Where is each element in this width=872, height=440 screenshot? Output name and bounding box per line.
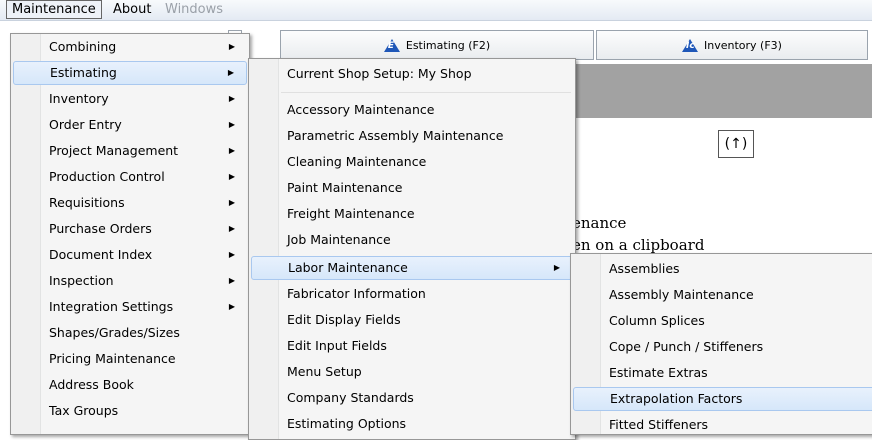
- menu-item-company-standards[interactable]: Company Standards: [251, 386, 573, 410]
- tab-estimating-label: Estimating (F2): [405, 38, 491, 52]
- menu-item-assembly-maintenance[interactable]: Assembly Maintenance: [573, 283, 872, 307]
- menu-item-integration-settings[interactable]: Integration Settings ▶: [13, 295, 247, 319]
- submenu-arrow-icon: ▶: [228, 250, 235, 259]
- menu-item-menu-setup[interactable]: Menu Setup: [251, 360, 573, 384]
- up-button[interactable]: (↑): [718, 130, 754, 158]
- menu-item-address-book[interactable]: Address Book: [13, 373, 247, 397]
- menu-item-order-entry[interactable]: Order Entry ▶: [13, 113, 247, 137]
- estimating-icon: E: [383, 38, 400, 52]
- menu-item-tax-groups[interactable]: Tax Groups: [13, 399, 247, 423]
- menu-maintenance[interactable]: Maintenance: [6, 0, 102, 19]
- submenu-arrow-icon: ▶: [228, 198, 235, 207]
- menu-item-purchase-orders[interactable]: Purchase Orders ▶: [13, 217, 247, 241]
- submenu-arrow-icon: ▶: [553, 263, 560, 272]
- menu-item-edit-input-fields[interactable]: Edit Input Fields: [251, 334, 573, 358]
- submenu-arrow-icon: ▶: [228, 302, 235, 311]
- menu-item-current-shop-setup[interactable]: Current Shop Setup: My Shop: [251, 62, 573, 86]
- submenu-arrow-icon: ▶: [227, 68, 234, 77]
- menu-item-document-index[interactable]: Document Index ▶: [13, 243, 247, 267]
- menu-item-fitted-stiffeners[interactable]: Fitted Stiffeners: [573, 413, 872, 437]
- module-toolbar: E Estimating (F2) Ic Inventory (F3): [228, 30, 872, 60]
- menu-item-inventory[interactable]: Inventory ▶: [13, 87, 247, 111]
- menu-item-requisitions[interactable]: Requisitions ▶: [13, 191, 247, 215]
- menu-item-project-management[interactable]: Project Management ▶: [13, 139, 247, 163]
- menu-item-parametric-assembly-maintenance[interactable]: Parametric Assembly Maintenance: [251, 124, 573, 148]
- menu-item-column-splices[interactable]: Column Splices: [573, 309, 872, 333]
- submenu-arrow-icon: ▶: [228, 276, 235, 285]
- menu-item-edit-display-fields[interactable]: Edit Display Fields: [251, 308, 573, 332]
- menu-item-labor-maintenance[interactable]: Labor Maintenance ▶: [251, 256, 573, 280]
- inventory-icon: Ic: [682, 38, 699, 52]
- tab-estimating[interactable]: E Estimating (F2): [280, 30, 594, 60]
- menu-item-production-control[interactable]: Production Control ▶: [13, 165, 247, 189]
- content-text-line1: enance: [572, 214, 627, 232]
- menu-item-assemblies[interactable]: Assemblies: [573, 257, 872, 281]
- menu-item-pricing-maintenance[interactable]: Pricing Maintenance: [13, 347, 247, 371]
- menu-item-paint-maintenance[interactable]: Paint Maintenance: [251, 176, 573, 200]
- tab-inventory[interactable]: Ic Inventory (F3): [596, 30, 868, 60]
- menu-item-estimate-extras[interactable]: Estimate Extras: [573, 361, 872, 385]
- submenu-arrow-icon: ▶: [228, 224, 235, 233]
- labor-maintenance-submenu: Assemblies Assembly Maintenance Column S…: [570, 253, 872, 435]
- submenu-arrow-icon: ▶: [228, 94, 235, 103]
- content-text-line2: en on a clipboard: [572, 236, 705, 254]
- menu-separator: [281, 92, 571, 93]
- menu-item-estimating-options[interactable]: Estimating Options: [251, 412, 573, 436]
- maintenance-menu: Combining ▶ Estimating ▶ Inventory ▶ Order …: [10, 33, 250, 435]
- menu-item-shapes-grades-sizes[interactable]: Shapes/Grades/Sizes: [13, 321, 247, 345]
- menu-item-accessory-maintenance[interactable]: Accessory Maintenance: [251, 98, 573, 122]
- menu-windows[interactable]: Windows: [160, 1, 228, 18]
- tab-inventory-label: Inventory (F3): [704, 38, 782, 52]
- submenu-arrow-icon: ▶: [228, 172, 235, 181]
- estimating-submenu: Current Shop Setup: My Shop Accessory Ma…: [248, 58, 576, 440]
- menu-item-extrapolation-factors[interactable]: Extrapolation Factors: [573, 387, 872, 411]
- menu-bar: Maintenance About Windows: [0, 0, 872, 21]
- menu-item-job-maintenance[interactable]: Job Maintenance: [251, 228, 573, 252]
- menu-item-cope-punch-stiffeners[interactable]: Cope / Punch / Stiffeners: [573, 335, 872, 359]
- menu-item-estimating[interactable]: Estimating ▶: [13, 61, 247, 85]
- menu-item-cleaning-maintenance[interactable]: Cleaning Maintenance: [251, 150, 573, 174]
- menu-item-fabricator-information[interactable]: Fabricator Information: [251, 282, 573, 306]
- menu-item-freight-maintenance[interactable]: Freight Maintenance: [251, 202, 573, 226]
- submenu-arrow-icon: ▶: [228, 146, 235, 155]
- submenu-arrow-icon: ▶: [228, 42, 235, 51]
- menu-item-inspection[interactable]: Inspection ▶: [13, 269, 247, 293]
- menu-item-combining[interactable]: Combining ▶: [13, 35, 247, 59]
- menu-about[interactable]: About: [108, 1, 156, 18]
- submenu-arrow-icon: ▶: [228, 120, 235, 129]
